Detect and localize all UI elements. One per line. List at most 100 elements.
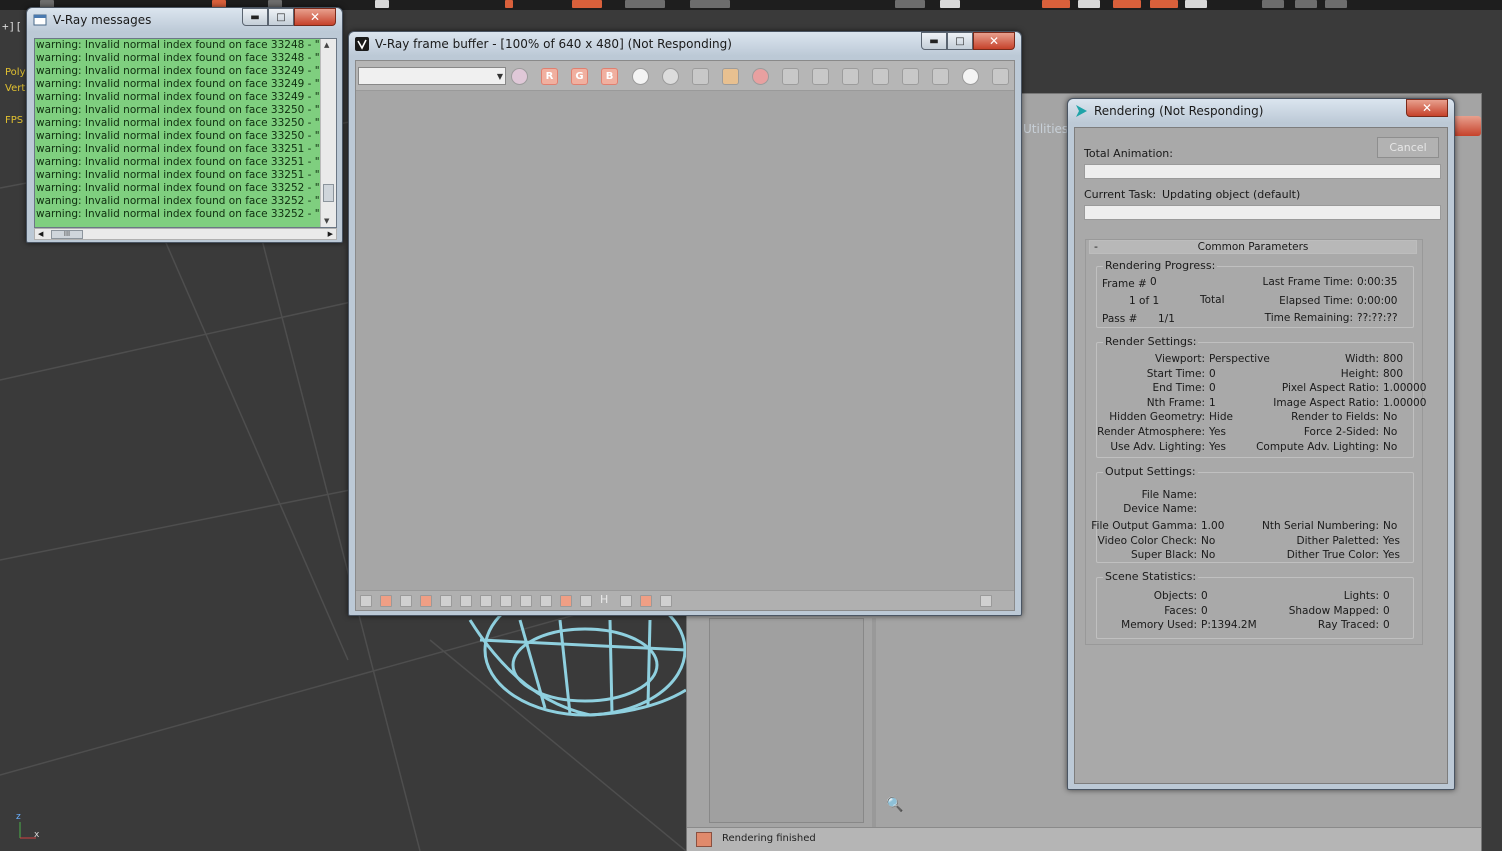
levels-icon[interactable] <box>400 595 412 607</box>
ocio-icon[interactable] <box>500 595 512 607</box>
toolbar-icon[interactable] <box>1185 0 1207 8</box>
messages-window-icon <box>33 14 47 26</box>
output-setting-value: 1.00 <box>1201 520 1225 532</box>
horizontal-flip-button[interactable]: H <box>600 593 608 606</box>
toolbar-icon[interactable] <box>625 0 665 8</box>
toolbar-icon[interactable] <box>1150 0 1178 8</box>
window-title: V-Ray messages <box>53 13 152 27</box>
lens-effects-icon[interactable] <box>560 595 572 607</box>
group-title: Rendering Progress: <box>1103 259 1218 272</box>
toolbar-icon[interactable] <box>1042 0 1070 8</box>
cancel-button[interactable]: Cancel <box>1377 137 1439 158</box>
history-icon[interactable] <box>660 595 672 607</box>
elapsed-time-label: Elapsed Time: <box>1279 295 1353 307</box>
log-line: warning: Invalid normal index found on f… <box>36 130 319 142</box>
vray-messages-window: V-Ray messages ▬ □ ✕ warning: Invalid no… <box>26 7 343 243</box>
lut-icon[interactable] <box>460 595 472 607</box>
clear-image-icon[interactable] <box>752 68 769 85</box>
message-log[interactable]: warning: Invalid normal index found on f… <box>34 38 337 228</box>
render-setting-value: 800 <box>1383 353 1404 365</box>
render-setting-value: Yes <box>1209 426 1226 438</box>
panel-divider[interactable] <box>872 618 876 828</box>
srgb-icon[interactable] <box>540 595 552 607</box>
current-task-label: Current Task: <box>1084 188 1157 201</box>
vertical-flip-icon[interactable] <box>620 595 632 607</box>
histogram-icon[interactable] <box>480 595 492 607</box>
window-controls: ▬ □ ✕ <box>921 32 1015 51</box>
scroll-right-icon[interactable]: ▶ <box>328 230 333 238</box>
collapse-icon[interactable]: - <box>1094 241 1098 253</box>
toolbar-icon[interactable] <box>1325 0 1347 8</box>
icc-icon[interactable] <box>520 595 532 607</box>
toolbar-icon[interactable] <box>895 0 925 8</box>
rollout-header[interactable]: - Common Parameters <box>1089 240 1417 254</box>
toolbar-icon[interactable] <box>505 0 513 8</box>
compare-icon[interactable] <box>580 595 592 607</box>
save-image-icon[interactable] <box>692 68 709 85</box>
render-teapot-icon[interactable] <box>992 68 1009 85</box>
stop-render-icon[interactable] <box>962 68 979 85</box>
ab-compare-icon[interactable] <box>640 595 652 607</box>
render-setting-value: No <box>1383 426 1398 438</box>
maximize-icon: □ <box>955 35 965 47</box>
minimize-icon: ▬ <box>250 11 260 23</box>
binoculars-icon[interactable]: 🔍 <box>886 797 903 813</box>
region-render-icon[interactable] <box>872 68 889 85</box>
curves-icon[interactable] <box>420 595 432 607</box>
window-controls: ▬ □ ✕ <box>242 8 336 27</box>
tab-utilities[interactable]: Utilities <box>1023 122 1068 136</box>
scrollbar-thumb[interactable] <box>323 184 334 202</box>
window-titlebar[interactable]: Rendering (Not Responding) <box>1068 99 1454 123</box>
stat-polys-label: Poly <box>5 67 26 78</box>
scroll-up-icon[interactable]: ▲ <box>324 41 329 49</box>
pass-value: 1/1 <box>1158 313 1175 325</box>
toolbar-icon[interactable] <box>1295 0 1317 8</box>
toolbar-icon[interactable] <box>690 0 730 8</box>
toolbar-icon[interactable] <box>1113 0 1141 8</box>
scroll-down-icon[interactable]: ▼ <box>324 217 329 225</box>
close-button[interactable]: ✕ <box>1406 99 1448 117</box>
window-title: Rendering (Not Responding) <box>1094 104 1264 118</box>
maximize-button[interactable]: □ <box>268 8 294 26</box>
scrollbar-thumb[interactable]: III <box>51 230 83 239</box>
rgb-channels-icon[interactable] <box>511 68 528 85</box>
link-to-3dsmax-icon[interactable] <box>902 68 919 85</box>
toolbar-icon[interactable] <box>1262 0 1284 8</box>
scroll-left-icon[interactable]: ◀ <box>38 230 43 238</box>
red-channel-button[interactable]: R <box>541 68 558 85</box>
toolbar-icon[interactable] <box>1078 0 1100 8</box>
teapot-icon[interactable] <box>842 68 859 85</box>
maximize-button[interactable]: □ <box>947 32 973 50</box>
alpha-channel-icon[interactable] <box>632 68 649 85</box>
close-button[interactable]: ✕ <box>294 8 336 26</box>
background-icon[interactable] <box>440 595 452 607</box>
toolbar-icon[interactable] <box>572 0 602 8</box>
mono-channel-icon[interactable] <box>662 68 679 85</box>
toolbar-icon[interactable] <box>940 0 960 8</box>
expand-panel-icon[interactable] <box>980 595 992 607</box>
axis-z-label: z <box>16 812 21 822</box>
time-remaining-value: ??:??:?? <box>1357 312 1398 324</box>
toolbar-icon[interactable] <box>375 0 389 8</box>
minimize-button[interactable]: ▬ <box>921 32 947 50</box>
load-image-icon[interactable] <box>722 68 739 85</box>
viewport-label[interactable]: +][ <box>2 20 22 33</box>
output-setting-value: No <box>1201 534 1216 547</box>
green-channel-button[interactable]: G <box>571 68 588 85</box>
channel-select[interactable]: ▼ <box>358 67 506 85</box>
exposure-icon[interactable] <box>380 595 392 607</box>
window-controls: ✕ <box>1406 99 1448 118</box>
log-line: warning: Invalid normal index found on f… <box>36 169 319 181</box>
close-button[interactable]: ✕ <box>973 32 1015 50</box>
show-pixel-info-icon[interactable] <box>932 68 949 85</box>
track-mouse-icon[interactable] <box>812 68 829 85</box>
total-animation-progress-bar <box>1084 164 1441 179</box>
vertical-scrollbar[interactable]: ▲ ▼ <box>320 39 336 227</box>
minimize-button[interactable]: ▬ <box>242 8 268 26</box>
duplicate-to-mtl-editor-icon[interactable] <box>782 68 799 85</box>
horizontal-scrollbar[interactable]: ◀ III ▶ <box>34 228 337 240</box>
color-corrections-icon[interactable] <box>360 595 372 607</box>
blue-channel-button[interactable]: B <box>601 68 618 85</box>
output-setting-value: Yes <box>1383 549 1400 562</box>
render-setting-value: 1 <box>1209 396 1216 409</box>
